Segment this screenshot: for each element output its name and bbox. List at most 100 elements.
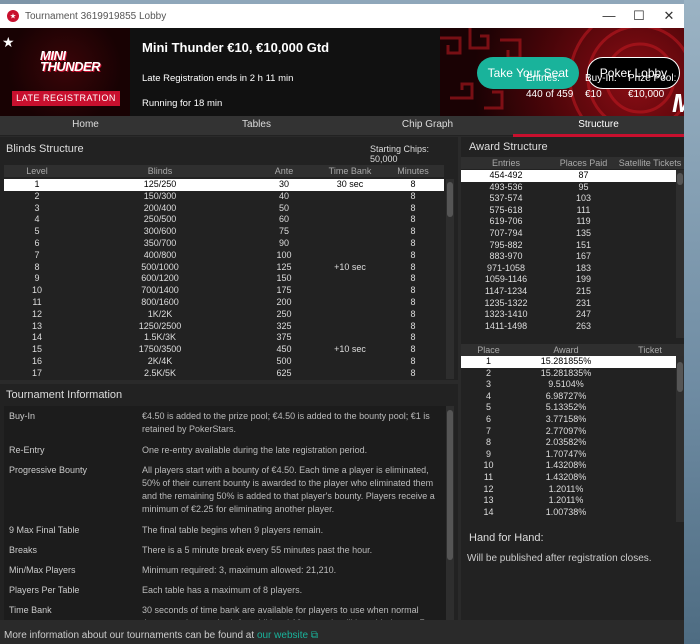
col-place[interactable]: Place: [461, 344, 516, 356]
place-header: Place Award Ticket: [461, 344, 684, 356]
blinds-cell-time-bank: 30 sec: [336, 179, 364, 189]
col-time-bank[interactable]: Time Bank: [318, 165, 382, 177]
place-scroll-thumb[interactable]: [677, 362, 683, 392]
maximize-button[interactable]: ☐: [624, 4, 654, 28]
award-row[interactable]: 454-492 87: [461, 170, 676, 182]
blinds-row[interactable]: 12 1K/2K 250 8: [4, 309, 444, 321]
close-button[interactable]: ✕: [654, 4, 684, 28]
blinds-cell-blinds: 250/500: [143, 214, 177, 225]
blinds-row[interactable]: 5 300/600 75 8: [4, 226, 444, 238]
blinds-cell-minutes: 8: [410, 308, 416, 319]
our-website-link[interactable]: our website: [257, 630, 308, 641]
place-cell-award: 1.70747%: [545, 448, 587, 459]
blinds-row[interactable]: 6 350/700 90 8: [4, 238, 444, 250]
blinds-row[interactable]: 1 125/250 30 30 sec 8: [4, 179, 444, 191]
place-row[interactable]: 10 1.43208%: [461, 460, 676, 472]
lobby-window: Tournament 3619919855 Lobby — ☐ ✕ ★ MINI: [0, 4, 684, 644]
place-cell-award: 6.98727%: [545, 390, 587, 401]
info-value: All players start with a bounty of €4.50…: [142, 465, 435, 514]
place-row[interactable]: 12 1.2011%: [461, 484, 676, 496]
award-scroll-thumb[interactable]: [677, 173, 683, 185]
award-row[interactable]: 619-706 119: [461, 216, 676, 228]
running-time: Running for 18 min: [142, 98, 223, 109]
blinds-row[interactable]: 9 600/1200 150 8: [4, 273, 444, 285]
star-icon[interactable]: ★: [2, 34, 15, 51]
award-row[interactable]: 537-574 103: [461, 193, 676, 205]
blinds-row[interactable]: 7 400/800 100 8: [4, 250, 444, 262]
blinds-row[interactable]: 16 2K/4K 500 8: [4, 356, 444, 368]
tab-home[interactable]: Home: [0, 116, 171, 135]
award-row[interactable]: 1147-1234 215: [461, 286, 676, 298]
place-cell-award: 1.43208%: [545, 460, 587, 471]
award-row[interactable]: 971-1058 183: [461, 263, 676, 275]
place-cell-place: 5: [485, 402, 491, 413]
blinds-row[interactable]: 15 1750/3500 450 +10 sec 8: [4, 344, 444, 356]
col-minutes[interactable]: Minutes: [382, 165, 444, 177]
entries-label: Entries:: [526, 73, 560, 84]
award-row[interactable]: 707-794 135: [461, 228, 676, 240]
minimize-button[interactable]: —: [594, 4, 624, 28]
award-row[interactable]: 493-536 95: [461, 182, 676, 194]
place-row[interactable]: 9 1.70747%: [461, 449, 676, 461]
place-row[interactable]: 11 1.43208%: [461, 472, 676, 484]
info-label: Min/Max Players: [9, 565, 76, 575]
blinds-row[interactable]: 2 150/300 40 8: [4, 191, 444, 203]
col-entries[interactable]: Entries: [461, 157, 551, 169]
blinds-cell-minutes: 8: [410, 202, 416, 213]
place-row[interactable]: 7 2.77097%: [461, 426, 676, 438]
info-title: Tournament Information: [6, 389, 123, 401]
place-row[interactable]: 2 15.281835%: [461, 368, 676, 380]
blinds-row[interactable]: 4 250/500 60 8: [4, 214, 444, 226]
info-label: Breaks: [9, 545, 38, 555]
col-ticket[interactable]: Ticket: [616, 344, 684, 356]
award-row[interactable]: 1411-1498 263: [461, 321, 676, 333]
col-level[interactable]: Level: [4, 165, 70, 177]
tab-structure[interactable]: Structure: [513, 116, 684, 137]
info-scroll-thumb[interactable]: [447, 410, 453, 560]
place-row[interactable]: 8 2.03582%: [461, 437, 676, 449]
place-row[interactable]: 5 5.13352%: [461, 402, 676, 414]
blinds-cell-level: 8: [34, 261, 40, 272]
award-row[interactable]: 575-618 111: [461, 205, 676, 217]
blinds-cell-ante: 500: [276, 355, 292, 366]
award-scrollbar[interactable]: [676, 170, 684, 338]
blinds-scroll-thumb[interactable]: [447, 182, 453, 217]
blinds-row[interactable]: 3 200/400 50 8: [4, 203, 444, 215]
blinds-row[interactable]: 14 1.5K/3K 375 8: [4, 332, 444, 344]
award-row[interactable]: 795-882 151: [461, 240, 676, 252]
blinds-cell-level: 14: [31, 332, 42, 343]
place-cell-place: 7: [485, 425, 491, 436]
blinds-cell-time-bank: [318, 368, 382, 380]
tab-chip-graph[interactable]: Chip Graph: [342, 116, 513, 135]
place-row[interactable]: 3 9.5104%: [461, 379, 676, 391]
blinds-cell-blinds: 150/300: [143, 190, 177, 201]
place-cell-place: 8: [485, 437, 491, 448]
award-row[interactable]: 1059-1146 199: [461, 274, 676, 286]
external-link-icon[interactable]: ⧉: [311, 630, 318, 641]
blinds-row[interactable]: 8 500/1000 125 +10 sec 8: [4, 262, 444, 274]
place-row[interactable]: 13 1.2011%: [461, 495, 676, 507]
blinds-cell-time-bank: [318, 273, 382, 285]
blinds-row[interactable]: 10 700/1400 175 8: [4, 285, 444, 297]
award-row[interactable]: 883-970 167: [461, 251, 676, 263]
award-row[interactable]: 1323-1410 247: [461, 309, 676, 321]
buyin-label: Buy-In:: [585, 73, 617, 84]
col-blinds[interactable]: Blinds: [70, 165, 250, 177]
blinds-row[interactable]: 17 2.5K/5K 625 8: [4, 368, 444, 380]
col-ante[interactable]: Ante: [250, 165, 318, 177]
place-row[interactable]: 4 6.98727%: [461, 391, 676, 403]
blinds-cell-time-bank: [318, 297, 382, 309]
place-row[interactable]: 1 15.281855%: [461, 356, 676, 368]
blinds-row[interactable]: 13 1250/2500 325 8: [4, 321, 444, 333]
place-row[interactable]: 6 3.77158%: [461, 414, 676, 426]
award-cell-entries: 883-970: [489, 251, 523, 262]
place-row[interactable]: 14 1.00738%: [461, 507, 676, 519]
award-cell-places-paid: 231: [575, 297, 592, 308]
tab-tables[interactable]: Tables: [171, 116, 342, 135]
col-satellite-tickets[interactable]: Satellite Tickets: [616, 157, 684, 169]
blinds-row[interactable]: 11 800/1600 200 8: [4, 297, 444, 309]
col-award[interactable]: Award: [516, 344, 616, 356]
info-label: Time Bank: [9, 605, 52, 615]
award-row[interactable]: 1235-1322 231: [461, 298, 676, 310]
col-places-paid[interactable]: Places Paid: [551, 157, 616, 169]
